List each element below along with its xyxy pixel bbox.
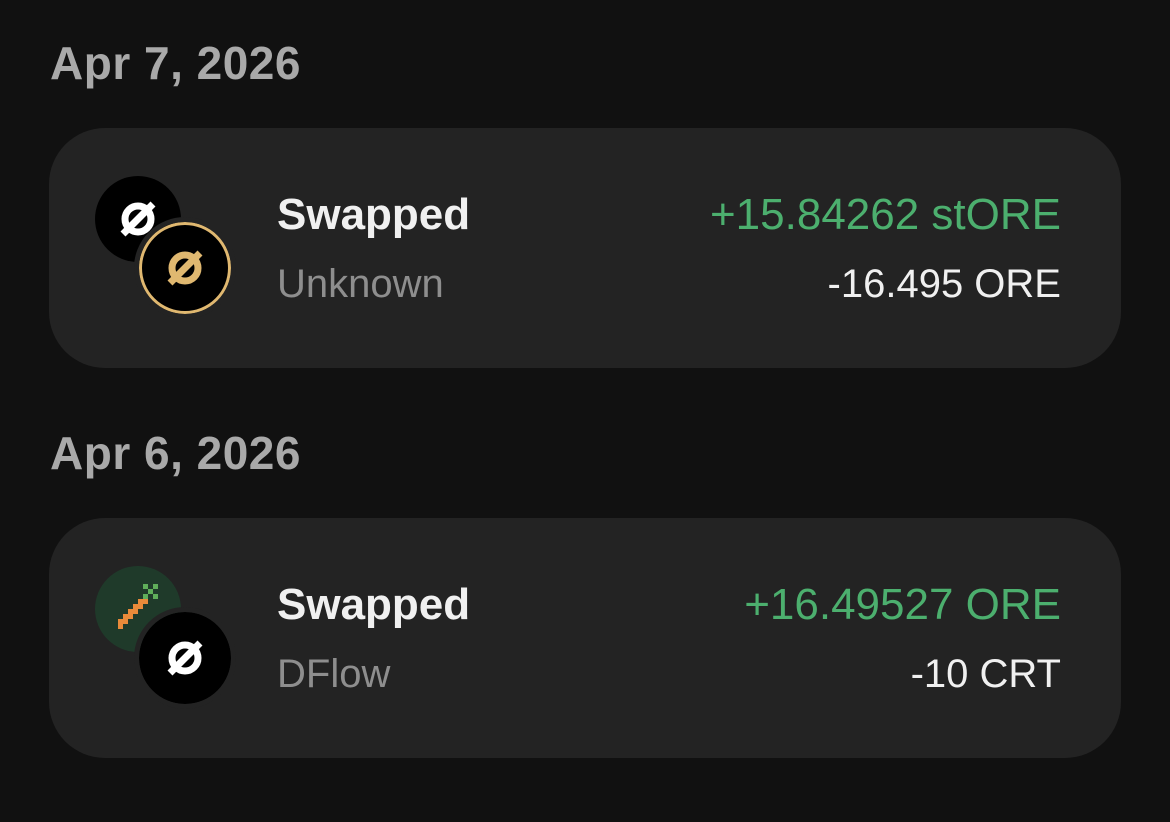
transaction-source: Unknown bbox=[277, 262, 444, 306]
amount-received: +16.49527 ORE bbox=[744, 580, 1061, 629]
token-icons bbox=[95, 566, 236, 709]
transaction-type: Swapped bbox=[277, 580, 471, 629]
ore-token-icon bbox=[134, 607, 236, 709]
transaction-type: Swapped bbox=[277, 190, 471, 239]
amount-sent: -10 CRT bbox=[910, 652, 1061, 696]
transaction-card[interactable]: Swapped DFlow +16.49527 ORE -10 CRT bbox=[49, 518, 1121, 758]
amount-received: +15.84262 stORE bbox=[709, 190, 1061, 239]
token-icons bbox=[95, 176, 236, 319]
date-header: Apr 7, 2026 bbox=[50, 37, 301, 89]
transaction-card[interactable]: Swapped Unknown +15.84262 stORE -16.495 … bbox=[49, 128, 1121, 368]
transaction-source: DFlow bbox=[277, 652, 391, 696]
amount-sent: -16.495 ORE bbox=[827, 262, 1061, 306]
date-header: Apr 6, 2026 bbox=[50, 427, 301, 479]
store-token-icon bbox=[134, 217, 236, 319]
